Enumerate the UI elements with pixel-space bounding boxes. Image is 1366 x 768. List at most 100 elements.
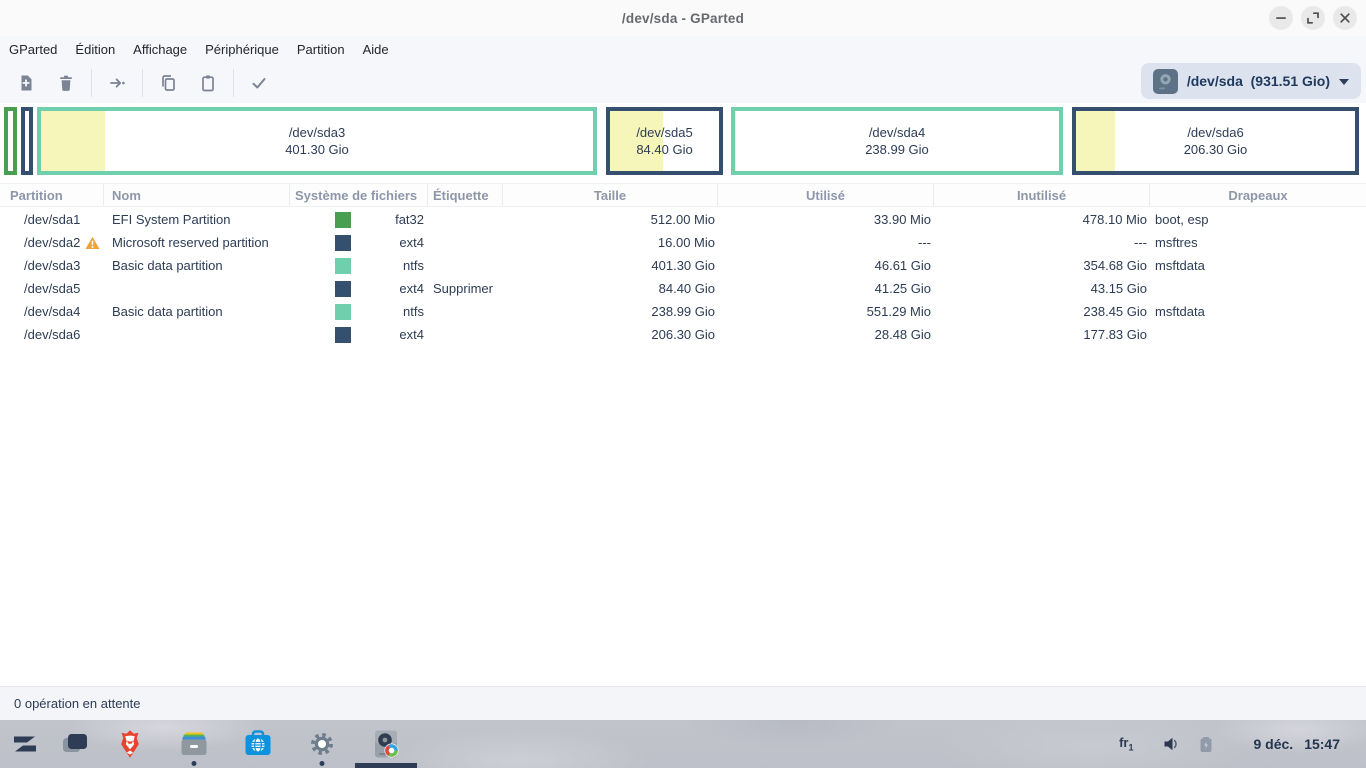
column-header-utilise[interactable]: Utilisé <box>718 184 934 206</box>
copy-icon <box>158 73 178 93</box>
taskbar-app-window-switcher[interactable] <box>58 727 92 761</box>
disk-segment-sda3[interactable]: /dev/sda3401.30 Gio <box>37 107 597 175</box>
taskbar-app-brave-browser[interactable] <box>113 727 147 761</box>
disk-segment-sda5[interactable]: /dev/sda584.40 Gio <box>606 107 723 175</box>
menu-item-affichage[interactable]: Affichage <box>124 36 196 62</box>
table-row[interactable]: /dev/sda1 EFI System Partition fat32 512… <box>0 208 1366 231</box>
disk-segment-sda4[interactable]: /dev/sda4238.99 Gio <box>731 107 1063 175</box>
window-controls <box>1269 6 1357 30</box>
cell-partition: /dev/sda3 <box>0 258 104 273</box>
battery-icon[interactable] <box>1197 734 1215 754</box>
taskbar-app-settings[interactable] <box>305 727 339 761</box>
gear-icon <box>305 727 339 761</box>
menu-item-gparted[interactable]: GParted <box>0 36 66 62</box>
trash-icon <box>56 73 76 93</box>
copy-partition-button[interactable] <box>148 68 188 98</box>
clock-time: 15:47 <box>1304 736 1340 752</box>
cell-name: Microsoft reserved partition <box>104 235 290 250</box>
cell-filesystem: ext4 <box>290 327 428 343</box>
checkmark-icon <box>249 73 269 93</box>
taskbar-app-gparted[interactable] <box>369 727 403 761</box>
column-header-partition[interactable]: Partition <box>0 184 104 206</box>
disk-segment-ext4[interactable] <box>21 107 33 175</box>
column-header-taille[interactable]: Taille <box>503 184 718 206</box>
cell-used: 551.29 Mio <box>718 304 934 319</box>
fs-color-swatch <box>335 212 351 228</box>
taskbar-app-software-store[interactable] <box>241 727 275 761</box>
column-header-drapeaux[interactable]: Drapeaux <box>1150 184 1366 206</box>
brave-icon <box>113 727 147 761</box>
partition-table-body: /dev/sda1 EFI System Partition fat32 512… <box>0 208 1366 346</box>
paste-partition-button[interactable] <box>188 68 228 98</box>
menu-item-peripherique[interactable]: Périphérique <box>196 36 288 62</box>
paste-icon <box>198 73 218 93</box>
apply-operations-button[interactable] <box>239 68 279 98</box>
cell-partition: /dev/sda5 <box>0 281 104 296</box>
table-row[interactable]: /dev/sda4 Basic data partition ntfs 238.… <box>0 300 1366 323</box>
table-row[interactable]: /dev/sda6 ext4 206.30 Gio 28.48 Gio 177.… <box>0 323 1366 346</box>
disk-segment-sda6[interactable]: /dev/sda6206.30 Gio <box>1072 107 1359 175</box>
cell-size: 84.40 Gio <box>503 281 718 296</box>
cell-name: EFI System Partition <box>104 212 290 227</box>
toolbar-separator <box>233 69 234 97</box>
cell-name: Basic data partition <box>104 304 290 319</box>
restore-icon <box>1301 6 1325 30</box>
column-header-nom[interactable]: Nom <box>104 184 290 206</box>
segment-label: /dev/sda3401.30 Gio <box>41 111 593 171</box>
table-row[interactable]: /dev/sda5 ext4 Supprimer 84.40 Gio 41.25… <box>0 277 1366 300</box>
close-icon <box>1333 6 1357 30</box>
device-selector-dropdown[interactable]: /dev/sda (931.51 Gio) <box>1141 63 1361 99</box>
menu-item-edition[interactable]: Édition <box>66 36 124 62</box>
cell-flags: msftres <box>1150 235 1366 250</box>
hard-disk-icon <box>1153 69 1178 94</box>
disk-segment-fat32[interactable] <box>4 107 17 175</box>
volume-icon[interactable] <box>1161 734 1181 754</box>
cell-label: Supprimer <box>428 281 503 296</box>
column-header-systemedefichiers[interactable]: Système de fichiers <box>290 184 428 206</box>
cell-partition: /dev/sda2 <box>0 235 104 250</box>
cell-unused: 177.83 Gio <box>934 327 1150 342</box>
window-title: /dev/sda - GParted <box>622 11 744 26</box>
column-header-etiquette[interactable]: Étiquette <box>428 184 503 206</box>
menu-item-partition[interactable]: Partition <box>288 36 354 62</box>
table-row[interactable]: /dev/sda3 Basic data partition ntfs 401.… <box>0 254 1366 277</box>
menubar: GPartedÉditionAffichagePériphériqueParti… <box>0 36 1366 62</box>
cell-size: 401.30 Gio <box>503 258 718 273</box>
clock-date: 9 déc. <box>1253 736 1293 752</box>
desktop-screen: /dev/sda - GParted GPartedÉditionAfficha… <box>0 0 1366 768</box>
table-row[interactable]: /dev/sda2 Microsoft reserved partition e… <box>0 231 1366 254</box>
cell-flags: boot, esp <box>1150 212 1366 227</box>
cell-size: 512.00 Mio <box>503 212 718 227</box>
cell-filesystem: ntfs <box>290 258 428 274</box>
active-window-indicator <box>355 763 417 768</box>
delete-partition-button[interactable] <box>46 68 86 98</box>
column-header-inutilise[interactable]: Inutilisé <box>934 184 1150 206</box>
fs-color-swatch <box>335 235 351 251</box>
new-partition-button[interactable] <box>6 68 46 98</box>
cell-unused: --- <box>934 235 1150 250</box>
clock[interactable]: 9 déc. 15:47 <box>1253 736 1340 752</box>
cell-unused: 43.15 Gio <box>934 281 1150 296</box>
window-titlebar[interactable]: /dev/sda - GParted <box>0 0 1366 36</box>
chevron-down-icon <box>1339 79 1349 85</box>
cell-partition: /dev/sda4 <box>0 304 104 319</box>
menu-item-aide[interactable]: Aide <box>354 36 398 62</box>
restore-button[interactable] <box>1301 6 1325 30</box>
taskbar-app-zorin-menu[interactable] <box>8 727 42 761</box>
segment-label: /dev/sda6206.30 Gio <box>1076 111 1355 171</box>
resize-move-button[interactable] <box>97 68 137 98</box>
taskbar-app-file-manager[interactable] <box>177 727 211 761</box>
minimize-button[interactable] <box>1269 6 1293 30</box>
resize-move-icon <box>107 73 127 93</box>
fs-name: ntfs <box>351 304 428 319</box>
running-indicator-dot <box>320 761 325 766</box>
fs-color-swatch <box>335 327 351 343</box>
keyboard-layout-indicator[interactable]: fr1 <box>1119 735 1133 753</box>
cell-used: --- <box>718 235 934 250</box>
segment-label: /dev/sda4238.99 Gio <box>735 111 1059 171</box>
cell-unused: 354.68 Gio <box>934 258 1150 273</box>
close-button[interactable] <box>1333 6 1357 30</box>
toolbar-separator <box>91 69 92 97</box>
fs-name: ext4 <box>351 281 428 296</box>
gparted-icon <box>369 727 403 761</box>
